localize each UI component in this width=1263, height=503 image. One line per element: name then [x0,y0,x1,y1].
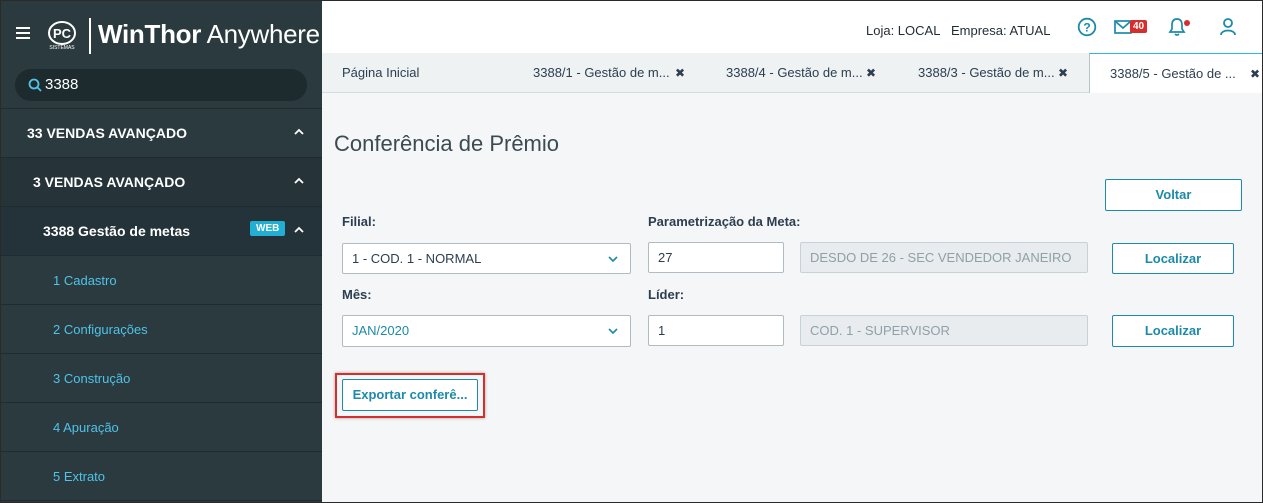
web-badge: WEB [250,221,286,236]
close-tab-icon[interactable]: ✖ [866,66,876,80]
chevron-down-icon [608,256,618,262]
menu-item-apuracao[interactable]: 4 Apuração [1,403,322,452]
menu-item-3388-gestao-de-metas[interactable]: 3388 Gestão de metas WEB [1,207,322,256]
localizar-lider-button[interactable]: Localizar [1112,315,1234,347]
lider-label: Líder: [648,287,685,302]
filial-label: Filial: [342,214,376,229]
page-title: Conferência de Prêmio [334,131,560,156]
user-icon[interactable] [1219,17,1237,37]
menu-item-cadastro[interactable]: 1 Cadastro [1,256,322,305]
chevron-up-icon [294,226,304,233]
search-input[interactable]: 3388 [15,69,307,101]
svg-text:?: ? [1083,21,1090,35]
mes-label: Mês: [342,287,372,302]
svg-text:SISTEMAS: SISTEMAS [49,45,75,51]
close-tab-icon[interactable]: ✖ [675,66,685,80]
lider-code-input[interactable]: 1 [648,315,784,346]
exportar-conferencia-button[interactable]: Exportar conferê... [342,379,478,411]
menu-item-construcao[interactable]: 3 Construção [1,354,322,403]
top-bar: Loja: LOCAL Empresa: ATUAL ? 40 [322,1,1262,53]
menu-item-configuracoes[interactable]: 2 Configurações [1,305,322,354]
tab-3388-1[interactable]: 3388/1 - Gestão de m... ✖ [533,53,685,93]
menu-item-extrato[interactable]: 5 Extrato [1,452,322,501]
filial-select[interactable]: 1 - COD. 1 - NORMAL [342,243,631,274]
search-icon [28,78,42,92]
voltar-button[interactable]: Voltar [1105,179,1242,211]
pc-logo-icon: PC SISTEMAS [48,21,76,51]
lider-description: COD. 1 - SUPERVISOR [800,315,1088,346]
tab-bar: Página Inicial 3388/1 - Gestão de m... ✖… [322,53,1262,94]
search-value: 3388 [45,76,79,93]
sidebar-menu: 33 VENDAS AVANÇADO 3 VENDAS AVANÇADO 338… [1,109,322,501]
logo-separator [89,18,91,54]
menu-item-33-vendas-avancado[interactable]: 33 VENDAS AVANÇADO [1,109,322,158]
notification-dot [1184,20,1190,26]
close-tab-icon[interactable]: ✖ [1058,66,1068,80]
sidebar-header: PC SISTEMAS WinThor Anywhere 3388 [1,1,322,109]
mail-count-badge: 40 [1130,20,1148,33]
parametrizacao-code-input[interactable]: 27 [648,242,784,273]
help-icon[interactable]: ? [1077,17,1097,37]
company-label: Empresa: ATUAL [951,23,1051,38]
store-label: Loja: LOCAL [866,23,941,38]
app-brand: WinThor Anywhere [98,19,320,49]
close-tab-icon[interactable]: ✖ [1250,67,1260,81]
tab-3388-4[interactable]: 3388/4 - Gestão de m... ✖ [726,53,876,93]
chevron-up-icon [294,177,304,184]
svg-text:PC: PC [53,26,72,41]
tab-3388-3[interactable]: 3388/3 - Gestão de m... ✖ [918,53,1068,93]
parametrizacao-label: Parametrização da Meta: [648,214,801,229]
app-window: PC SISTEMAS WinThor Anywhere 3388 33 VEN… [0,0,1263,503]
hamburger-menu-icon[interactable] [16,27,30,39]
localizar-meta-button[interactable]: Localizar [1112,243,1234,274]
chevron-down-icon [608,328,618,334]
sidebar: PC SISTEMAS WinThor Anywhere 3388 33 VEN… [1,1,322,502]
notification-bell-icon[interactable] [1168,17,1186,37]
parametrizacao-description: DESDO DE 26 - SEC VENDEDOR JANEIRO [800,242,1088,273]
main-content: Conferência de Prêmio Voltar Filial: Par… [322,93,1262,502]
tab-3388-5[interactable]: 3388/5 - Gestão de ... ✖ [1089,53,1262,94]
mes-select[interactable]: JAN/2020 [342,315,631,347]
chevron-up-icon [294,128,304,135]
menu-item-3-vendas-avancado[interactable]: 3 VENDAS AVANÇADO [1,158,322,207]
tab-pagina-inicial[interactable]: Página Inicial [342,53,419,93]
